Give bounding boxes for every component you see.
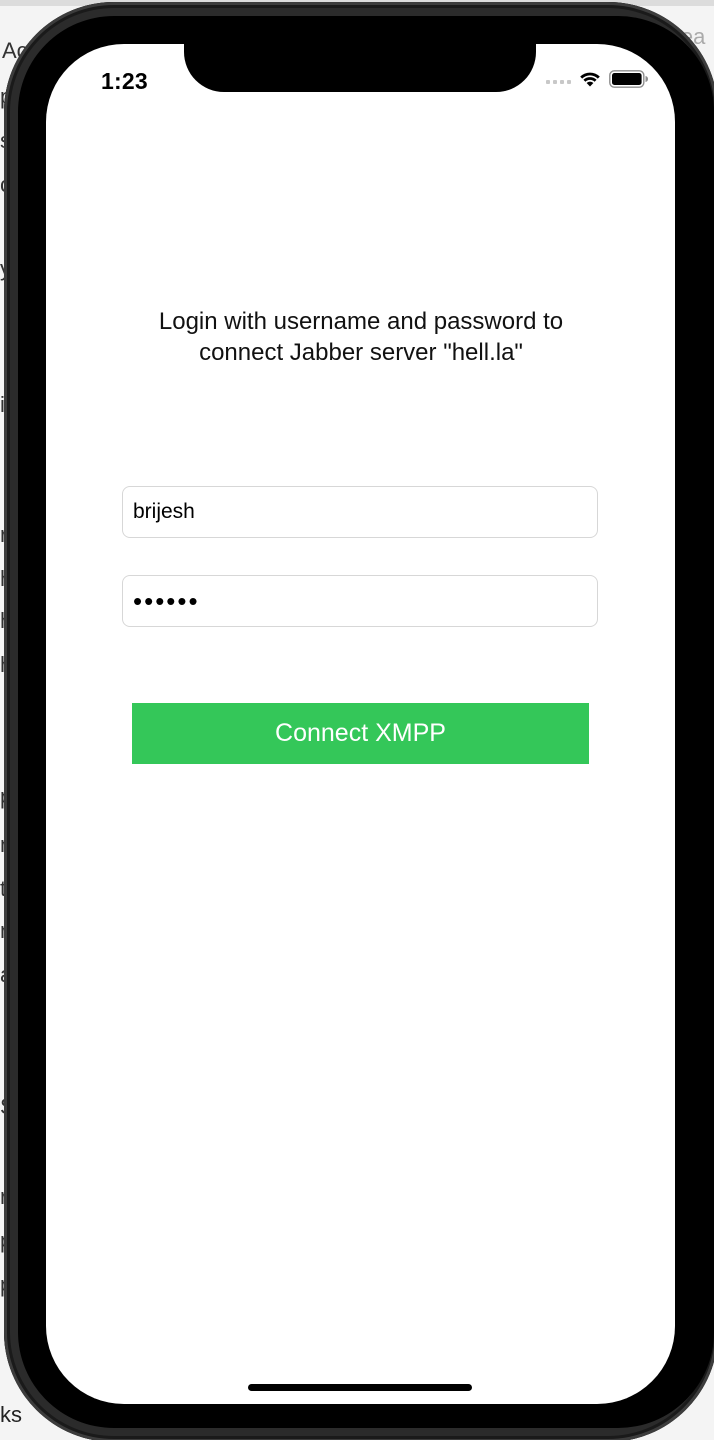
status-time: 1:23: [101, 68, 148, 94]
username-input[interactable]: [123, 487, 597, 537]
instructions-line-1: Login with username and password to: [158, 308, 564, 335]
password-input[interactable]: [123, 576, 597, 626]
battery-icon: [609, 70, 649, 88]
status-icons: [546, 70, 649, 88]
wifi-icon: [579, 71, 601, 87]
login-instructions: Login with username and password to conn…: [106, 306, 616, 368]
phone-screen: 1:23 Login with username and password to…: [46, 44, 675, 1404]
instructions-line-2: connect Jabber server "hell.la": [199, 339, 523, 366]
password-field[interactable]: [122, 575, 598, 627]
cellular-signal-icon: [546, 74, 571, 84]
notch: [184, 44, 536, 92]
username-field[interactable]: [122, 486, 598, 538]
connect-xmpp-button[interactable]: Connect XMPP: [132, 703, 589, 764]
background-text-fragment: ks: [0, 1402, 22, 1427]
home-indicator[interactable]: [248, 1384, 472, 1391]
